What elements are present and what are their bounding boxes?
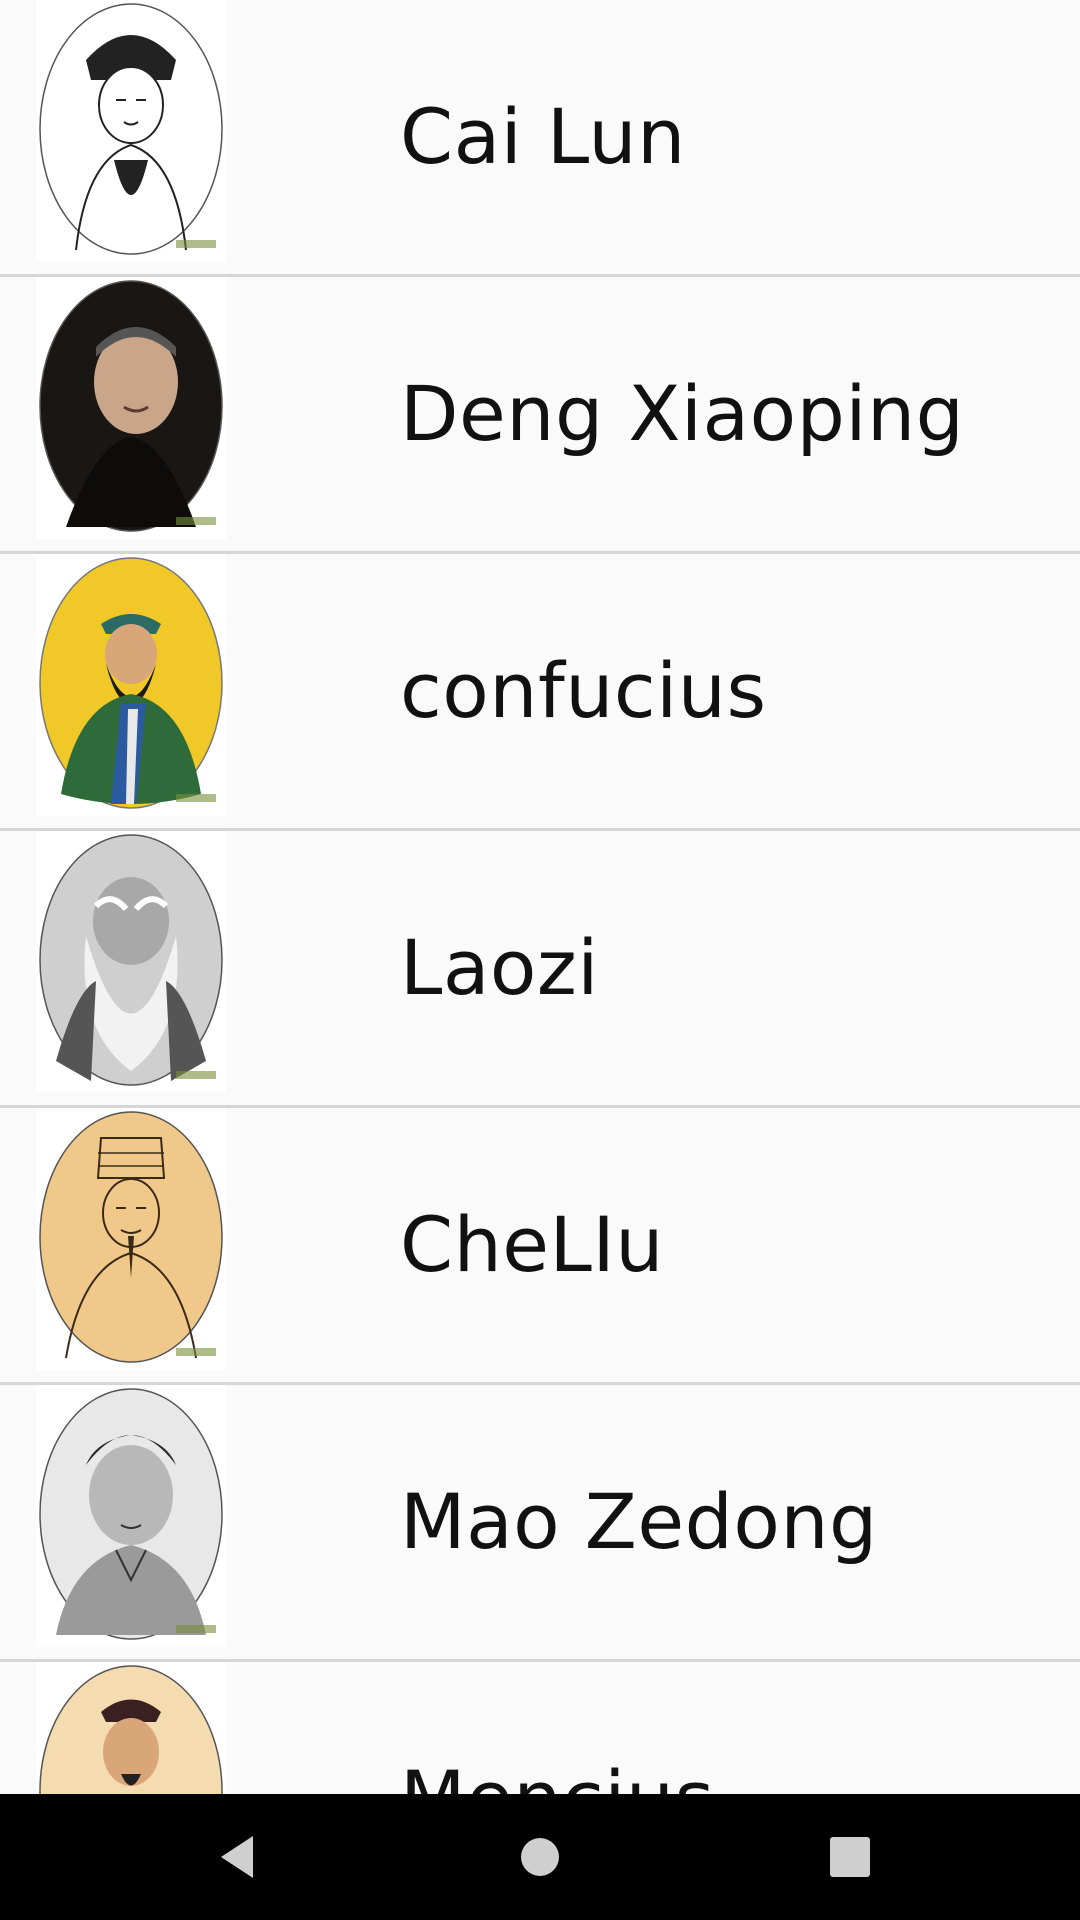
portrait-image [36,1385,226,1647]
person-name: Mencius [400,1662,1020,1794]
list-item[interactable]: Deng Xiaoping [0,277,1080,554]
back-icon[interactable] [205,1822,275,1892]
person-name: Cai Lun [400,92,686,181]
system-navigation-bar [0,1794,1080,1920]
home-icon[interactable] [505,1822,575,1892]
people-list[interactable]: Cai Lun Deng Xiaoping confucius Laozi Ch… [0,0,1080,1794]
portrait-image [36,831,226,1093]
app-screen: Cai Lun Deng Xiaoping confucius Laozi Ch… [0,0,1080,1920]
portrait-image [36,0,226,262]
portrait-image [36,277,226,539]
person-name: CheLIu [400,1200,664,1289]
list-item[interactable]: Laozi [0,831,1080,1108]
portrait-image [36,554,226,816]
portrait-image [36,1662,226,1794]
recents-icon[interactable] [815,1822,885,1892]
list-item[interactable]: CheLIu [0,1108,1080,1385]
list-item[interactable]: Cai Lun [0,0,1080,277]
person-name: Mao Zedong [400,1477,878,1566]
list-item[interactable]: confucius [0,554,1080,831]
person-name: Deng Xiaoping [400,369,965,458]
person-name: confucius [400,646,767,735]
portrait-image [36,1108,226,1370]
list-item[interactable]: Mao Zedong [0,1385,1080,1662]
person-name: Laozi [400,923,599,1012]
list-item[interactable]: Mencius [0,1662,1080,1794]
